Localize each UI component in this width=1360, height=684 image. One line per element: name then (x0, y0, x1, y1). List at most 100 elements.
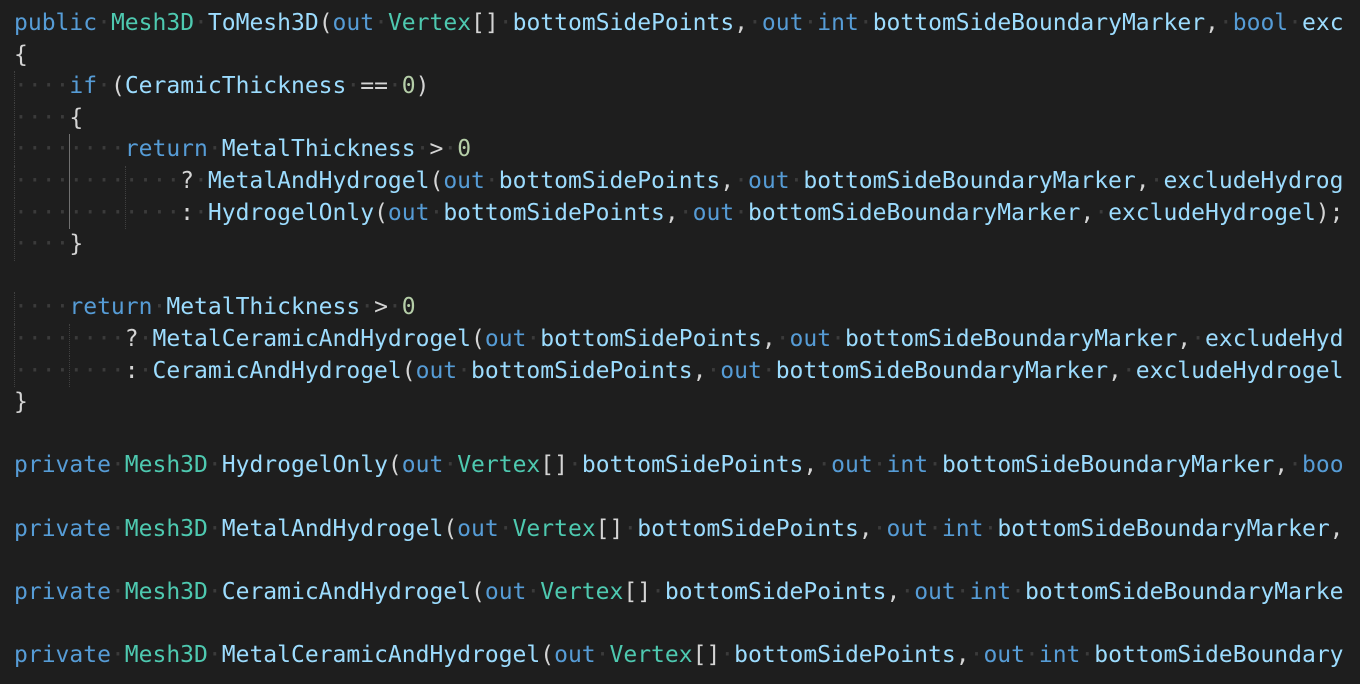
indent-guide (69, 323, 71, 356)
code-line[interactable]: public·Mesh3D·ToMesh3D(out·Vertex[]·bott… (14, 8, 1344, 40)
code-token: excludeHydrog (1163, 167, 1344, 194)
code-token: , (734, 10, 749, 36)
code-line[interactable]: ········ ?·MetalCeramicAndHydrogel(out·bo… (14, 323, 1344, 356)
code-token: MetalThickness (221, 136, 416, 163)
code-line[interactable]: private·Mesh3D·CeramicAndHydrogel(out·Ve… (14, 577, 1344, 609)
code-token: ( (540, 641, 555, 668)
whitespace-dot: · (706, 357, 721, 384)
indent-whitespace: ···· (14, 231, 70, 258)
code-line[interactable]: private·Mesh3D·HydrogelOnly(out·Vertex[]… (14, 450, 1344, 482)
indent-guide (69, 165, 71, 198)
code-token: , (664, 199, 679, 226)
code-line[interactable] (14, 261, 1344, 293)
code-editor[interactable]: public·Mesh3D·ToMesh3D(out·Vertex[]·bott… (0, 0, 1360, 684)
indent-guide (14, 165, 16, 198)
whitespace-dot: · (374, 10, 388, 36)
code-lines[interactable]: public·Mesh3D·ToMesh3D(out·Vertex[]·bott… (14, 8, 1344, 671)
whitespace-dot: · (110, 452, 125, 479)
code-token: CeramicAndHydrogel (221, 578, 471, 605)
code-token: int (941, 515, 984, 542)
whitespace-dot: · (457, 357, 472, 384)
code-token: bottomSideBoundaryMarker (748, 199, 1081, 226)
code-token: out (401, 452, 444, 479)
code-token: { (69, 104, 84, 131)
code-token: Vertex (512, 515, 596, 542)
code-token: ( (401, 357, 416, 384)
whitespace-dot: · (955, 578, 970, 605)
code-token: ) (415, 73, 430, 100)
indent-whitespace: ············ (14, 167, 181, 194)
code-token: ( (471, 578, 485, 605)
code-line[interactable]: ···· if·(CeramicThickness·==·0) (14, 71, 1344, 103)
code-line[interactable]: ········ return·MetalThickness·>·0 (14, 134, 1344, 166)
code-line[interactable] (14, 608, 1344, 640)
code-line[interactable]: ········:·CeramicAndHydrogel(out·bottomS… (14, 355, 1344, 388)
code-token: out (457, 515, 499, 542)
whitespace-dot: · (387, 294, 402, 321)
code-token: public (14, 10, 98, 36)
whitespace-dot: · (194, 10, 208, 36)
code-token: 0 (401, 294, 416, 321)
code-token: bottomSidePoints (443, 199, 665, 226)
code-token: return (124, 136, 208, 163)
code-token: bottomSideBoundary (1094, 641, 1344, 668)
code-line[interactable] (14, 545, 1344, 577)
whitespace-dot: · (595, 641, 610, 668)
whitespace-dot: · (415, 136, 430, 163)
code-line[interactable]: ············ ?·MetalAndHydrogel(out·botto… (14, 165, 1344, 198)
code-line[interactable] (14, 482, 1344, 514)
code-token: MetalCeramicAndHydrogel (221, 641, 541, 668)
indent-whitespace: ············ (14, 199, 181, 226)
whitespace-dot: · (858, 10, 873, 36)
code-token: int (817, 10, 859, 36)
code-token: bottomSidePoints (512, 10, 735, 36)
code-token: out (886, 515, 929, 542)
whitespace-dot: · (443, 452, 458, 479)
whitespace-dot: · (678, 199, 693, 226)
code-token: out (554, 641, 596, 668)
indent-guide (14, 355, 16, 388)
indent-whitespace: ···· (14, 104, 70, 131)
whitespace-dot: · (817, 452, 832, 479)
whitespace-dot: · (1011, 578, 1026, 605)
code-token: , (955, 641, 970, 668)
code-line[interactable]: } (14, 387, 1344, 419)
indent-guide (14, 134, 16, 166)
code-token: HydrogelOnly (207, 199, 375, 226)
code-line[interactable]: ····{ (14, 102, 1344, 135)
code-token: int (886, 452, 929, 479)
code-line[interactable]: ····} (14, 229, 1344, 261)
code-token: Mesh3D (110, 10, 195, 36)
code-token: bottomSideBoundaryMarke (1025, 578, 1344, 605)
code-token: ( (443, 515, 458, 542)
whitespace-dot: · (623, 515, 638, 542)
code-token: CeramicAndHydrogel (152, 357, 402, 384)
code-token: Mesh3D (124, 641, 208, 668)
whitespace-dot: · (1191, 325, 1206, 352)
whitespace-dot: · (983, 515, 998, 542)
code-token: MetalThickness (166, 294, 361, 321)
code-token: out (914, 578, 956, 605)
code-line[interactable] (14, 419, 1344, 451)
code-line[interactable]: { (14, 40, 1344, 72)
code-line[interactable]: ············:·HydrogelOnly(out·bottomSid… (14, 197, 1344, 230)
whitespace-dot: · (207, 578, 222, 605)
code-token: , (1108, 357, 1122, 384)
whitespace-dot: · (498, 10, 513, 36)
code-line[interactable]: ···· return·MetalThickness·>·0 (14, 292, 1344, 324)
code-token: , (858, 515, 873, 542)
code-token: out (387, 199, 430, 226)
whitespace-dot: · (110, 641, 125, 668)
code-token: : (180, 199, 195, 226)
whitespace-dot: · (526, 578, 541, 605)
code-line[interactable]: private·Mesh3D·MetalAndHydrogel(out·Vert… (14, 514, 1344, 546)
code-token: bool (1232, 10, 1289, 36)
code-token: int (1038, 641, 1081, 668)
whitespace-dot: · (1218, 10, 1233, 36)
code-token: out (692, 199, 735, 226)
whitespace-dot: · (443, 136, 458, 163)
code-token: [] (692, 641, 721, 668)
code-line[interactable]: private·Mesh3D·MetalCeramicAndHydrogel(o… (14, 640, 1344, 672)
code-token: ( (471, 325, 485, 352)
code-token: exc (1302, 10, 1344, 36)
